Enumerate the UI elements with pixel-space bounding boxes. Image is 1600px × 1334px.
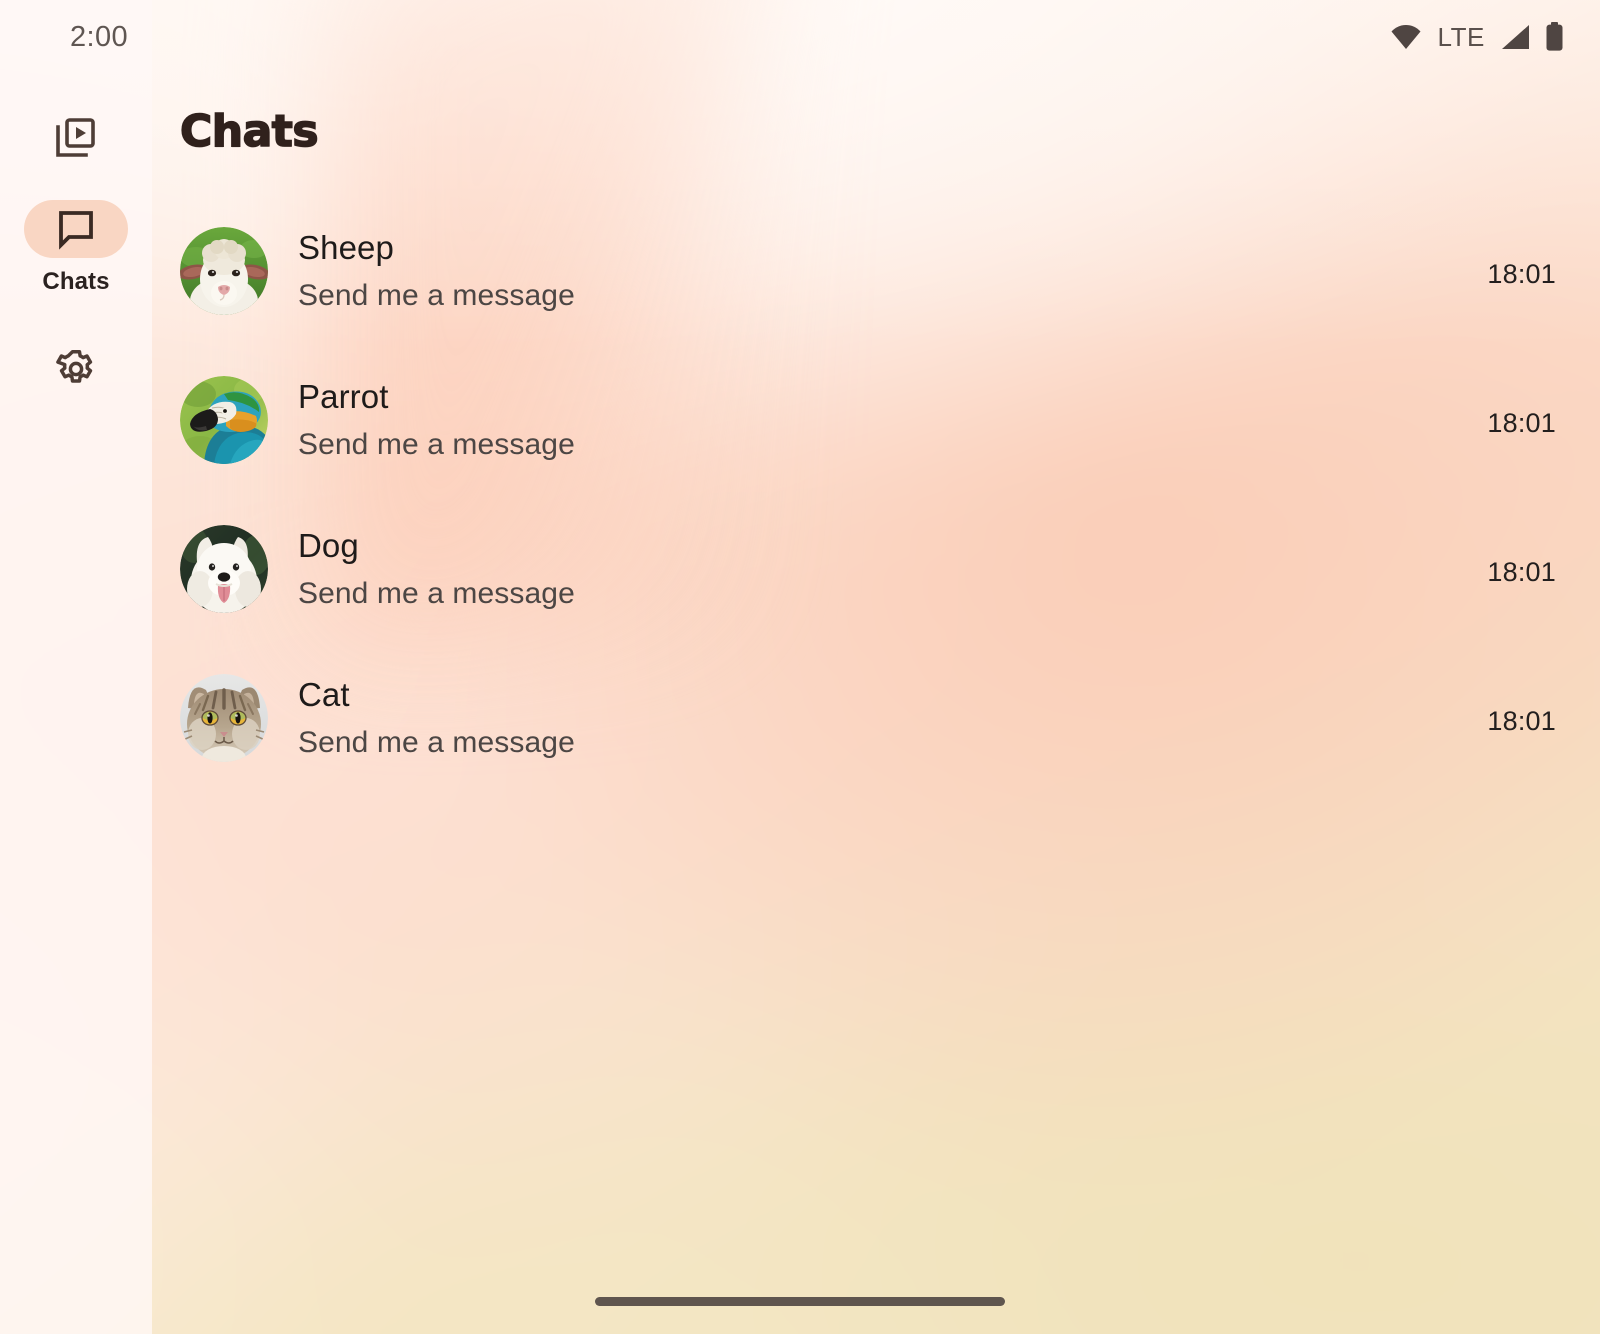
parrot-avatar — [180, 376, 268, 464]
chat-list: Sheep Send me a message 18:01 Parrot Sen… — [152, 227, 1600, 823]
navigation-rail: Chats — [0, 0, 152, 1334]
dog-avatar — [180, 525, 268, 613]
chat-timestamp: 18:01 — [1487, 408, 1556, 438]
app-root: 2:00 LTE Chats Chats Sheep Send me a mes… — [0, 0, 1600, 1334]
chat-message-preview: Send me a message — [298, 279, 575, 313]
sheep-avatar — [180, 227, 268, 315]
main-content: Chats Sheep Send me a message 18:01 Parr… — [152, 0, 1600, 1334]
chat-name: Parrot — [298, 378, 389, 415]
status-indicators: LTE — [1390, 22, 1564, 53]
chat-message-preview: Send me a message — [298, 577, 575, 611]
chat-list-item[interactable]: Dog Send me a message 18:01 — [152, 525, 1600, 674]
sidebar-item-chats[interactable]: Chats — [24, 200, 128, 296]
chat-list-item[interactable]: Cat Send me a message 18:01 — [152, 674, 1600, 823]
battery-icon — [1545, 22, 1564, 52]
chat-timestamp: 18:01 — [1487, 706, 1556, 736]
chat-row-text: Dog Send me a message — [298, 525, 1487, 612]
status-clock: 2:00 — [70, 20, 129, 53]
chat-timestamp: 18:01 — [1487, 259, 1556, 289]
cat-avatar — [180, 674, 268, 762]
signal-icon — [1500, 24, 1530, 50]
wifi-icon — [1390, 24, 1422, 50]
gesture-navigation-bar[interactable] — [595, 1297, 1005, 1306]
chat-bubble-icon-wrap — [24, 200, 128, 258]
chat-row-text: Parrot Send me a message — [298, 376, 1487, 463]
sidebar-item-media[interactable] — [24, 108, 128, 166]
sidebar-item-label-chats: Chats — [42, 268, 110, 295]
chat-name: Cat — [298, 676, 350, 713]
chat-row-text: Sheep Send me a message — [298, 227, 1487, 314]
status-bar: 2:00 LTE — [0, 0, 1600, 74]
network-type-label: LTE — [1437, 21, 1485, 52]
video-library-icon-wrap — [24, 108, 128, 166]
chat-timestamp: 18:01 — [1487, 557, 1556, 587]
chat-bubble-icon — [55, 208, 97, 250]
page-title: Chats — [179, 105, 319, 158]
sidebar-item-settings[interactable] — [24, 340, 128, 398]
chat-name: Sheep — [298, 229, 394, 266]
chat-list-item[interactable]: Parrot Send me a message 18:01 — [152, 376, 1600, 525]
chat-list-item[interactable]: Sheep Send me a message 18:01 — [152, 227, 1600, 376]
chat-message-preview: Send me a message — [298, 428, 575, 462]
gear-icon-wrap — [24, 340, 128, 398]
chat-message-preview: Send me a message — [298, 726, 575, 760]
gear-icon — [54, 347, 98, 391]
chat-row-text: Cat Send me a message — [298, 674, 1487, 761]
chat-name: Dog — [298, 527, 359, 564]
video-library-icon — [54, 115, 98, 159]
